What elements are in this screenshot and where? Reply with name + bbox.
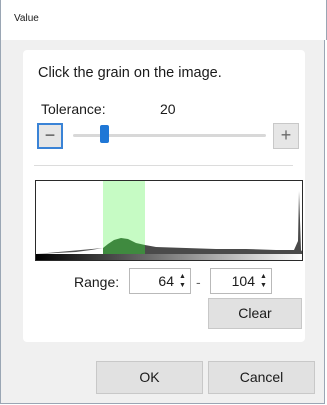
content-panel: Click the grain on the image. Tolerance:… [23,50,305,342]
tolerance-increase-button[interactable]: + [273,123,299,149]
range-low-spinbox[interactable]: 64 ▲ ▼ [129,268,191,294]
clear-button[interactable]: Clear [208,298,302,329]
cancel-button[interactable]: Cancel [208,361,315,394]
divider [34,165,293,166]
range-separator: - [196,274,201,290]
spin-down-icon[interactable]: ▼ [260,282,267,289]
tolerance-slider-thumb[interactable] [100,125,109,143]
window-title: Value [14,13,39,24]
histogram-gradient-bar [36,254,302,260]
histogram-curve-left [36,248,103,254]
ok-button[interactable]: OK [96,361,203,394]
range-low-arrows[interactable]: ▲ ▼ [178,272,187,290]
range-high-arrows[interactable]: ▲ ▼ [259,272,268,290]
range-high-spinbox[interactable]: 104 ▲ ▼ [210,268,272,294]
tolerance-decrease-button[interactable]: − [37,123,63,149]
range-high-value: 104 [231,273,255,289]
title-bar: Value [0,0,327,40]
tolerance-value: 20 [160,101,176,117]
instruction-text: Click the grain on the image. [38,65,222,81]
range-label: Range: [74,274,120,290]
spin-up-icon[interactable]: ▲ [179,273,186,280]
spin-up-icon[interactable]: ▲ [260,273,267,280]
histogram[interactable] [35,180,303,261]
spin-down-icon[interactable]: ▼ [179,282,186,289]
histogram-plot [36,181,302,260]
histogram-curve-right [145,191,302,254]
tolerance-label: Tolerance: [41,101,106,117]
range-low-value: 64 [158,273,174,289]
